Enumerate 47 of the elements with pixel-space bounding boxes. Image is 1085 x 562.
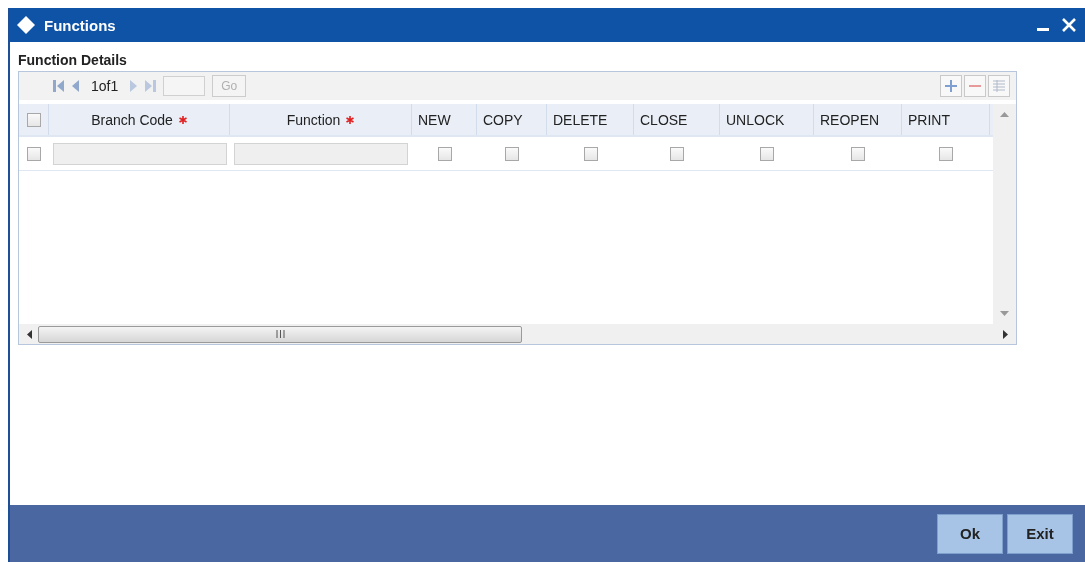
checkbox[interactable]: [670, 146, 684, 161]
column-header[interactable]: PRINT: [902, 104, 990, 135]
checkbox[interactable]: [505, 146, 519, 161]
section-title: Function Details: [18, 52, 128, 68]
column-header[interactable]: COPY: [477, 104, 547, 135]
column-header[interactable]: REOPEN: [814, 104, 902, 135]
previous-page-icon[interactable]: [72, 80, 80, 92]
scroll-thumb[interactable]: [38, 325, 522, 343]
add-row-button[interactable]: [940, 75, 962, 97]
page-indicator: 1of1: [91, 78, 119, 94]
text-field[interactable]: [234, 142, 408, 165]
column-header[interactable]: CLOSE: [634, 104, 720, 135]
diamond-icon: [16, 15, 36, 35]
checkbox[interactable]: [851, 146, 865, 161]
grip-icon: [275, 330, 285, 338]
row-checkbox[interactable]: [27, 146, 41, 161]
list-view-button[interactable]: [988, 75, 1010, 97]
list-icon: [992, 79, 1006, 93]
delete-row-button[interactable]: [964, 75, 986, 97]
horizontal-scrollbar[interactable]: [19, 324, 1016, 344]
first-page-icon[interactable]: [53, 80, 65, 92]
plus-icon: [944, 79, 958, 93]
last-page-icon[interactable]: [144, 80, 157, 92]
window-title: Functions: [44, 16, 117, 34]
checkbox[interactable]: [583, 146, 598, 161]
next-page-icon[interactable]: [129, 80, 138, 92]
scroll-up-icon[interactable]: [1000, 112, 1009, 117]
close-button[interactable]: [1061, 17, 1077, 33]
column-header[interactable]: Function: [230, 104, 412, 135]
vertical-scrollbar[interactable]: [993, 104, 1016, 324]
minimize-icon: [1037, 27, 1049, 31]
checkbox[interactable]: [437, 146, 452, 161]
column-header[interactable]: NEW: [412, 104, 477, 135]
page-field[interactable]: [163, 76, 206, 96]
checkbox[interactable]: [939, 146, 953, 161]
column-header[interactable]: UNLOCK: [720, 104, 814, 135]
scroll-right-icon[interactable]: [1003, 329, 1008, 339]
ok-button[interactable]: Ok: [937, 513, 1003, 554]
column-header[interactable]: Branch Code: [49, 104, 230, 135]
select-all-checkbox[interactable]: [26, 112, 41, 127]
close-icon: [1062, 18, 1076, 32]
scroll-left-icon[interactable]: [27, 329, 32, 339]
text-field[interactable]: [52, 142, 227, 165]
exit-button[interactable]: Exit: [1007, 513, 1073, 554]
checkbox[interactable]: [760, 146, 774, 161]
scroll-down-icon[interactable]: [1000, 311, 1009, 316]
column-header[interactable]: DELETE: [547, 104, 634, 135]
